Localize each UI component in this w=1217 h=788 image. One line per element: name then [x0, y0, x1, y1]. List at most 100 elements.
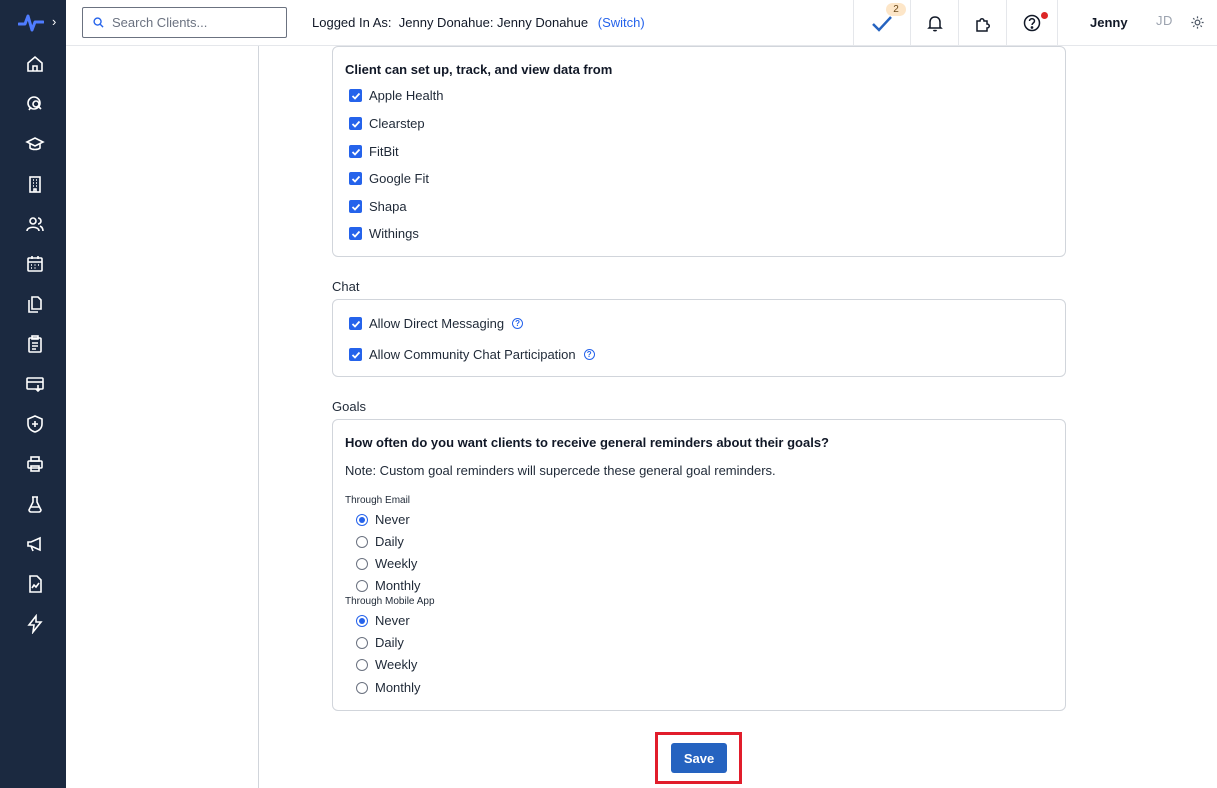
- tasks-button[interactable]: 2: [853, 0, 910, 46]
- radio-icon[interactable]: [356, 557, 368, 570]
- radio-selected-icon[interactable]: [356, 513, 368, 526]
- integrations-button[interactable]: [958, 0, 1006, 46]
- radio-icon[interactable]: [356, 681, 368, 694]
- checkbox-clearstep[interactable]: Clearstep: [349, 116, 425, 131]
- checkbox-label: Shapa: [369, 199, 407, 214]
- switch-user-link[interactable]: (Switch): [598, 15, 645, 30]
- radio-icon[interactable]: [356, 636, 368, 649]
- chat-section-label: Chat: [332, 279, 360, 294]
- radio-label: Monthly: [375, 680, 421, 695]
- checkbox-apple-health[interactable]: Apple Health: [349, 88, 443, 103]
- info-icon[interactable]: ?: [583, 349, 595, 360]
- home-icon[interactable]: [24, 53, 46, 75]
- radio-label: Monthly: [375, 578, 421, 593]
- checkbox-fitbit[interactable]: FitBit: [349, 144, 399, 159]
- email-radio-monthly[interactable]: Monthly: [356, 578, 421, 593]
- search-box[interactable]: [82, 7, 287, 38]
- chat-panel: Allow Direct Messaging ? Allow Community…: [332, 299, 1066, 377]
- sidebar: ›: [0, 0, 66, 788]
- email-radio-never[interactable]: Never: [356, 512, 410, 527]
- app-radio-monthly[interactable]: Monthly: [356, 680, 421, 695]
- checkmark-icon: [872, 16, 892, 32]
- radio-selected-icon[interactable]: [356, 614, 368, 627]
- lightning-icon[interactable]: [24, 613, 46, 635]
- radio-label: Never: [375, 512, 410, 527]
- radio-icon[interactable]: [356, 579, 368, 592]
- checkbox-checked-icon[interactable]: [349, 89, 362, 102]
- save-button[interactable]: Save: [671, 743, 727, 773]
- gear-icon[interactable]: [1190, 15, 1205, 30]
- checkbox-shapa[interactable]: Shapa: [349, 199, 407, 214]
- app-group-label: Through Mobile App: [345, 596, 435, 607]
- notifications-button[interactable]: [910, 0, 958, 46]
- checkbox-checked-icon[interactable]: [349, 348, 362, 361]
- megaphone-icon[interactable]: [24, 533, 46, 555]
- checkbox-label: Withings: [369, 226, 419, 241]
- goals-section-label: Goals: [332, 399, 366, 414]
- goals-note: Note: Custom goal reminders will superce…: [345, 463, 776, 478]
- user-name[interactable]: Jenny: [1090, 15, 1128, 30]
- radio-label: Daily: [375, 635, 404, 650]
- logged-in-label: Logged In As:: [312, 15, 392, 30]
- expand-sidebar-icon[interactable]: ›: [52, 14, 56, 29]
- building-icon[interactable]: [24, 173, 46, 195]
- goals-panel: How often do you want clients to receive…: [332, 419, 1066, 711]
- checkbox-label: Clearstep: [369, 116, 425, 131]
- top-bar: Logged In As: Jenny Donahue: Jenny Donah…: [66, 0, 1217, 46]
- radio-label: Daily: [375, 534, 404, 549]
- app-logo-icon[interactable]: [18, 10, 44, 34]
- shield-icon[interactable]: [24, 413, 46, 435]
- info-icon[interactable]: ?: [512, 318, 524, 329]
- documents-icon[interactable]: [24, 293, 46, 315]
- checkbox-checked-icon[interactable]: [349, 117, 362, 130]
- checkbox-label: FitBit: [369, 144, 399, 159]
- search-icon: [93, 17, 104, 28]
- help-alert-dot: [1041, 12, 1048, 19]
- goals-question: How often do you want clients to receive…: [345, 435, 829, 450]
- app-radio-daily[interactable]: Daily: [356, 635, 404, 650]
- devices-title: Client can set up, track, and view data …: [345, 62, 613, 77]
- calendar-icon[interactable]: [24, 253, 46, 275]
- graduation-cap-icon[interactable]: [24, 133, 46, 155]
- checkbox-checked-icon[interactable]: [349, 227, 362, 240]
- checkbox-google-fit[interactable]: Google Fit: [349, 171, 429, 186]
- help-icon: [1023, 14, 1041, 32]
- checkbox-checked-icon[interactable]: [349, 172, 362, 185]
- checkbox-checked-icon[interactable]: [349, 200, 362, 213]
- avatar[interactable]: JD: [1156, 13, 1173, 28]
- users-icon[interactable]: [24, 213, 46, 235]
- email-radio-weekly[interactable]: Weekly: [356, 556, 417, 571]
- radio-icon[interactable]: [356, 535, 368, 548]
- checkbox-label: Allow Direct Messaging: [369, 316, 505, 331]
- checkbox-label: Google Fit: [369, 171, 429, 186]
- checkbox-label: Allow Community Chat Participation: [369, 347, 576, 362]
- checkbox-withings[interactable]: Withings: [349, 226, 419, 241]
- radio-label: Weekly: [375, 657, 418, 672]
- chat-search-icon[interactable]: [24, 93, 46, 115]
- logged-in-status: Logged In As: Jenny Donahue: Jenny Donah…: [312, 15, 645, 30]
- help-button[interactable]: [1006, 0, 1058, 46]
- puzzle-icon: [975, 17, 990, 32]
- billing-icon[interactable]: [24, 373, 46, 395]
- checkbox-label: Apple Health: [369, 88, 444, 103]
- checkbox-checked-icon[interactable]: [349, 317, 362, 330]
- email-group-label: Through Email: [345, 495, 411, 506]
- logged-in-user: Jenny Donahue: Jenny Donahue: [398, 15, 589, 30]
- printer-icon[interactable]: [24, 453, 46, 475]
- devices-panel: Client can set up, track, and view data …: [332, 46, 1066, 257]
- checkbox-checked-icon[interactable]: [349, 145, 362, 158]
- email-radio-daily[interactable]: Daily: [356, 534, 404, 549]
- radio-icon[interactable]: [356, 658, 368, 671]
- flask-icon[interactable]: [24, 493, 46, 515]
- search-input[interactable]: [112, 15, 272, 30]
- checkbox-direct-messaging[interactable]: Allow Direct Messaging ?: [349, 316, 524, 331]
- tasks-count-badge: 2: [886, 3, 906, 16]
- app-radio-weekly[interactable]: Weekly: [356, 657, 417, 672]
- clipboard-icon[interactable]: [24, 333, 46, 355]
- checkbox-community-chat[interactable]: Allow Community Chat Participation ?: [349, 347, 595, 362]
- content-divider: [258, 46, 259, 788]
- radio-label: Weekly: [375, 556, 418, 571]
- report-icon[interactable]: [24, 573, 46, 595]
- app-radio-never[interactable]: Never: [356, 613, 410, 628]
- bell-icon: [926, 15, 943, 31]
